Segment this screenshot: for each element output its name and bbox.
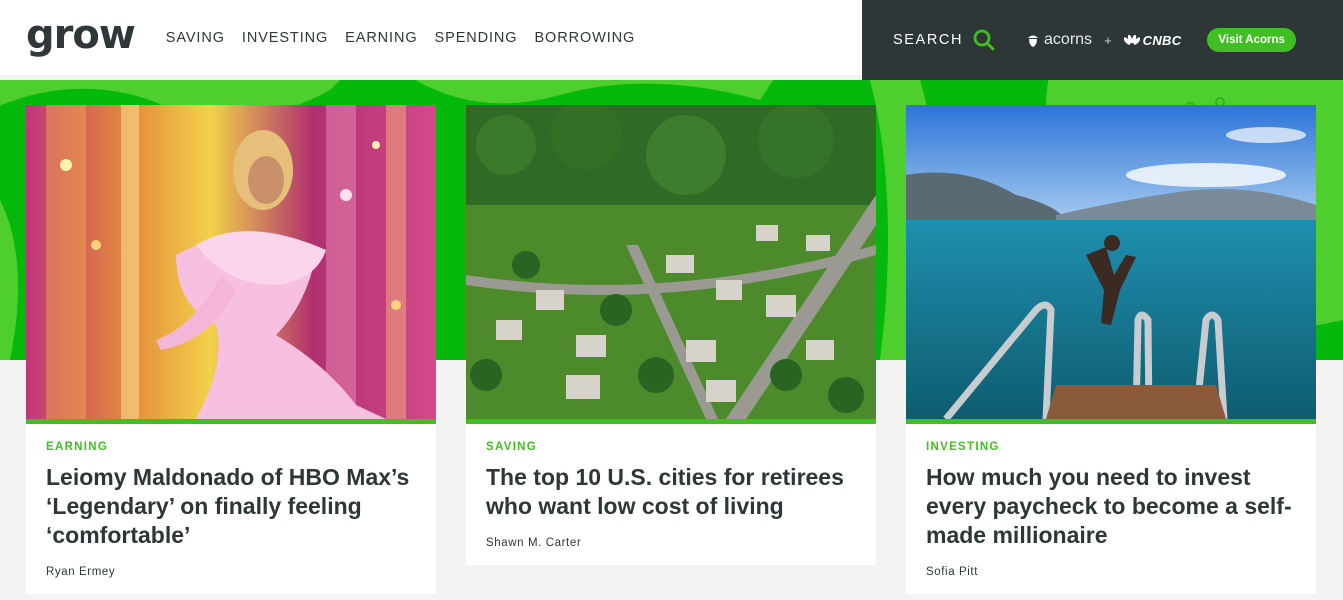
acorns-brand: acorns [1027,31,1092,49]
main-nav: SAVING INVESTING EARNING SPENDING BORROW… [166,30,635,46]
article-title[interactable]: How much you need to invest every payche… [926,463,1296,550]
header-right: SEARCH acorns + CNBC Visit Acorns [862,0,1343,80]
card-body: SAVING The top 10 U.S. cities for retire… [466,424,876,565]
article-card[interactable]: INVESTING How much you need to invest ev… [906,105,1316,594]
category-label[interactable]: INVESTING [926,441,1296,453]
lake-photo [906,105,1316,419]
author-name[interactable]: Sofia Pitt [926,566,1296,578]
article-image[interactable] [466,105,876,419]
visit-acorns-button[interactable]: Visit Acorns [1207,28,1296,52]
peacock-icon [1123,34,1140,45]
nav-borrowing[interactable]: BORROWING [534,30,635,46]
article-card[interactable]: SAVING The top 10 U.S. cities for retire… [466,105,876,565]
search-icon [973,29,995,51]
site-header: grow SAVING INVESTING EARNING SPENDING B… [0,0,1343,80]
article-title[interactable]: Leiomy Maldonado of HBO Max’s ‘Legendary… [46,463,416,550]
category-label[interactable]: SAVING [486,441,856,453]
search-label: SEARCH [893,32,964,48]
article-title[interactable]: The top 10 U.S. cities for retirees who … [486,463,856,521]
author-name[interactable]: Shawn M. Carter [486,537,856,549]
nav-saving[interactable]: SAVING [166,30,225,46]
grow-logo[interactable]: grow [26,12,136,58]
article-image[interactable] [906,105,1316,419]
card-body: EARNING Leiomy Maldonado of HBO Max’s ‘L… [26,424,436,594]
article-image[interactable] [26,105,436,419]
partner-plus: + [1104,32,1112,48]
cnbc-brand: CNBC [1123,32,1182,48]
cnbc-wordmark: CNBC [1142,32,1182,48]
header-left: grow SAVING INVESTING EARNING SPENDING B… [0,0,862,75]
author-name[interactable]: Ryan Ermey [46,566,416,578]
article-card[interactable]: EARNING Leiomy Maldonado of HBO Max’s ‘L… [26,105,436,594]
category-label[interactable]: EARNING [46,441,416,453]
performer-photo [26,105,436,419]
nav-spending[interactable]: SPENDING [435,30,518,46]
card-body: INVESTING How much you need to invest ev… [906,424,1316,594]
acorns-wordmark: acorns [1044,31,1093,48]
suburb-photo [466,105,876,419]
acorn-icon [1028,35,1039,47]
search-button[interactable]: SEARCH [893,29,995,51]
nav-earning[interactable]: EARNING [345,30,417,46]
nav-investing[interactable]: INVESTING [242,30,328,46]
